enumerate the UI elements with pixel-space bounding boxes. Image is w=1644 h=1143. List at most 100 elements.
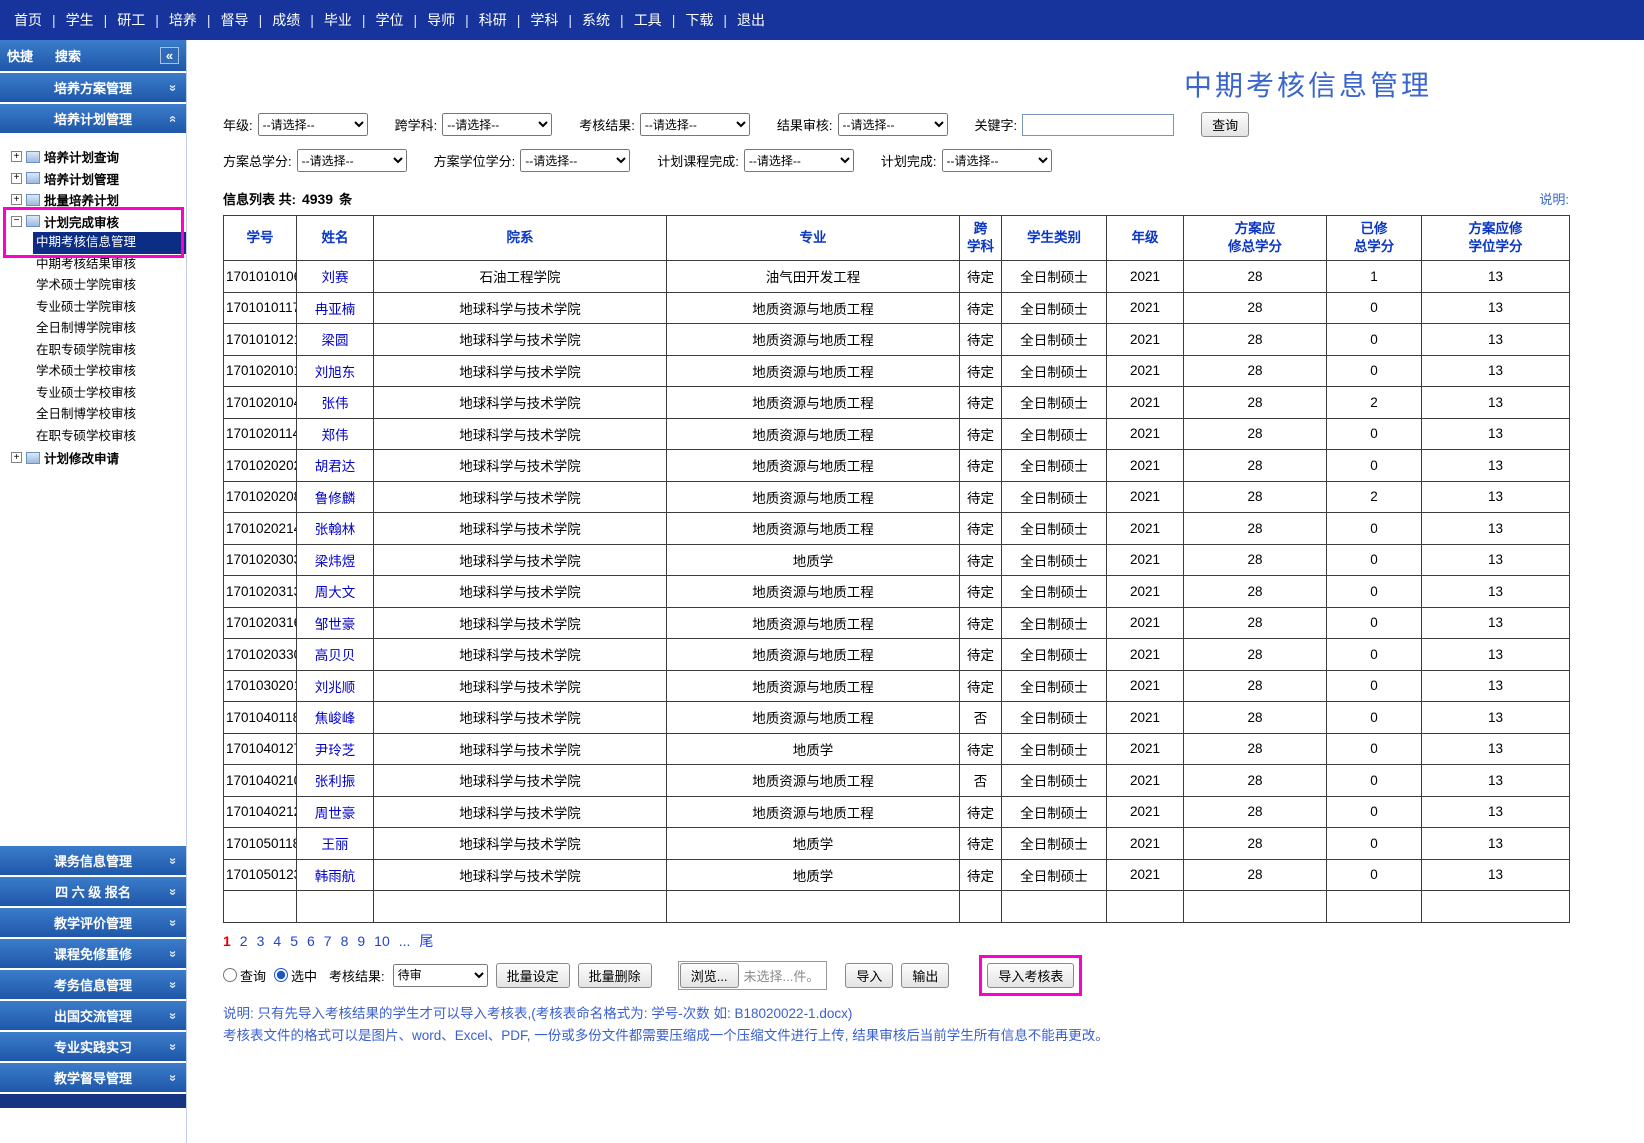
plus-box-icon[interactable]: +	[11, 452, 22, 463]
filter-select[interactable]: --请选择--	[520, 149, 630, 172]
page-link[interactable]: 9	[357, 933, 365, 949]
search-tab[interactable]: 搜索	[55, 46, 81, 65]
query-radio[interactable]	[223, 968, 237, 982]
page-link[interactable]: 2	[240, 933, 248, 949]
tree-leaf[interactable]: 全日制博学校审核	[33, 404, 186, 426]
filter-select[interactable]: --请选择--	[297, 149, 407, 172]
page-link[interactable]: 3	[257, 933, 265, 949]
page-link[interactable]: 7	[324, 933, 332, 949]
sidebar-section[interactable]: 四 六 级 报名»	[0, 877, 186, 906]
nav-item-3[interactable]: 研工	[117, 10, 145, 30]
student-name-link[interactable]: 高贝贝	[297, 639, 374, 671]
plus-box-icon[interactable]: +	[11, 151, 22, 162]
plus-box-icon[interactable]: +	[11, 173, 22, 184]
nav-item-5[interactable]: 督导	[221, 10, 249, 30]
nav-item-2[interactable]: 学生	[66, 10, 94, 30]
plus-box-icon[interactable]: +	[11, 194, 22, 205]
import-button[interactable]: 导入	[845, 963, 893, 988]
nav-item-10[interactable]: 科研	[479, 10, 507, 30]
nav-item-12[interactable]: 系统	[582, 10, 610, 30]
student-name-link[interactable]: 邹世豪	[297, 607, 374, 639]
tree-leaf[interactable]: 学术硕士学校审核	[33, 361, 186, 383]
student-name-link[interactable]: 冉亚楠	[297, 292, 374, 324]
quick-tab[interactable]: 快捷	[7, 46, 33, 65]
nav-item-6[interactable]: 成绩	[272, 10, 300, 30]
student-name-link[interactable]: 张翰林	[297, 513, 374, 545]
batch-delete-button[interactable]: 批量删除	[578, 963, 652, 988]
sidebar-section[interactable]: 培养方案管理»	[0, 73, 186, 102]
tree-leaf[interactable]: 专业硕士学院审核	[33, 297, 186, 319]
sidebar-section[interactable]: 出国交流管理»	[0, 1001, 186, 1030]
student-name-link[interactable]: 焦峻峰	[297, 702, 374, 734]
nav-item-4[interactable]: 培养	[169, 10, 197, 30]
student-name-link[interactable]: 鲁修麟	[297, 481, 374, 513]
tree-node[interactable]: +计划修改申请	[0, 447, 186, 469]
tree-leaf[interactable]: 中期考核信息管理	[33, 232, 186, 254]
page-link[interactable]: 8	[341, 933, 349, 949]
page-link[interactable]: 10	[374, 933, 390, 949]
note-link[interactable]: 说明:	[1539, 189, 1569, 208]
collapse-sidebar-icon[interactable]: «	[160, 47, 179, 64]
tree-node[interactable]: +培养计划管理	[0, 168, 186, 190]
nav-item-7[interactable]: 毕业	[324, 10, 352, 30]
tree-leaf[interactable]: 专业硕士学校审核	[33, 383, 186, 405]
student-name-link[interactable]: 胡君达	[297, 450, 374, 482]
page-last-link[interactable]: 尾	[419, 931, 433, 951]
query-button[interactable]: 查询	[1201, 112, 1249, 137]
student-name-link[interactable]: 梁炜煜	[297, 544, 374, 576]
student-name-link[interactable]: 梁圆	[297, 324, 374, 356]
radio-query-group[interactable]: 查询	[223, 966, 266, 985]
student-name-link[interactable]: 张利振	[297, 765, 374, 797]
export-button[interactable]: 输出	[901, 963, 949, 988]
nav-item-8[interactable]: 学位	[375, 10, 403, 30]
student-name-link[interactable]: 韩雨航	[297, 859, 374, 891]
result-select[interactable]: 待审	[393, 964, 488, 987]
student-name-link[interactable]: 周世豪	[297, 796, 374, 828]
student-name-link[interactable]: 郑伟	[297, 418, 374, 450]
tree-leaf[interactable]: 全日制博学院审核	[33, 318, 186, 340]
nav-item-9[interactable]: 导师	[427, 10, 455, 30]
nav-item-13[interactable]: 工具	[634, 10, 662, 30]
browse-button[interactable]: 浏览...	[680, 963, 739, 988]
student-name-link[interactable]: 刘兆顺	[297, 670, 374, 702]
sidebar-section[interactable]: 课务信息管理»	[0, 846, 186, 875]
student-name-link[interactable]: 刘旭东	[297, 355, 374, 387]
sidebar-section[interactable]: 教学评价管理»	[0, 908, 186, 937]
student-name-link[interactable]: 王丽	[297, 828, 374, 860]
nav-item-14[interactable]: 下载	[685, 10, 713, 30]
page-link[interactable]: 5	[290, 933, 298, 949]
filter-select[interactable]: --请选择--	[640, 113, 750, 136]
filter-select[interactable]: --请选择--	[942, 149, 1052, 172]
sidebar-section[interactable]: 培养计划管理«	[0, 104, 186, 133]
student-name-link[interactable]: 周大文	[297, 576, 374, 608]
filter-select[interactable]: --请选择--	[838, 113, 948, 136]
tree-leaf[interactable]: 在职专硕学校审核	[33, 426, 186, 448]
tree-leaf[interactable]: 学术硕士学院审核	[33, 275, 186, 297]
page-current[interactable]: 1	[223, 933, 231, 949]
sidebar-section[interactable]: 教学督导管理»	[0, 1063, 186, 1092]
file-input[interactable]: 浏览... 未选择...件。	[678, 961, 828, 990]
nav-item-15[interactable]: 退出	[737, 10, 765, 30]
keyword-input[interactable]	[1022, 114, 1174, 136]
minus-box-icon[interactable]: −	[11, 216, 22, 227]
selected-radio[interactable]	[274, 968, 288, 982]
tree-node[interactable]: −计划完成审核	[0, 211, 186, 233]
student-name-link[interactable]: 张伟	[297, 387, 374, 419]
page-link[interactable]: 6	[307, 933, 315, 949]
nav-item-11[interactable]: 学科	[530, 10, 558, 30]
filter-select[interactable]: --请选择--	[744, 149, 854, 172]
student-name-link[interactable]: 刘赛	[297, 261, 374, 293]
sidebar-section[interactable]: 专业实践实习»	[0, 1032, 186, 1061]
student-name-link[interactable]: 尹玲芝	[297, 733, 374, 765]
radio-selected-group[interactable]: 选中	[274, 966, 317, 985]
import-assessment-form-button[interactable]: 导入考核表	[987, 963, 1074, 988]
filter-select[interactable]: --请选择--	[442, 113, 552, 136]
nav-item-1[interactable]: 首页	[14, 10, 42, 30]
filter-select[interactable]: --请选择--	[258, 113, 368, 136]
sidebar-section[interactable]: 考务信息管理»	[0, 970, 186, 999]
sidebar-section-partial[interactable]	[0, 1094, 186, 1108]
page-link[interactable]: 4	[273, 933, 281, 949]
batch-set-button[interactable]: 批量设定	[496, 963, 570, 988]
tree-leaf[interactable]: 在职专硕学院审核	[33, 340, 186, 362]
sidebar-section[interactable]: 课程免修重修»	[0, 939, 186, 968]
